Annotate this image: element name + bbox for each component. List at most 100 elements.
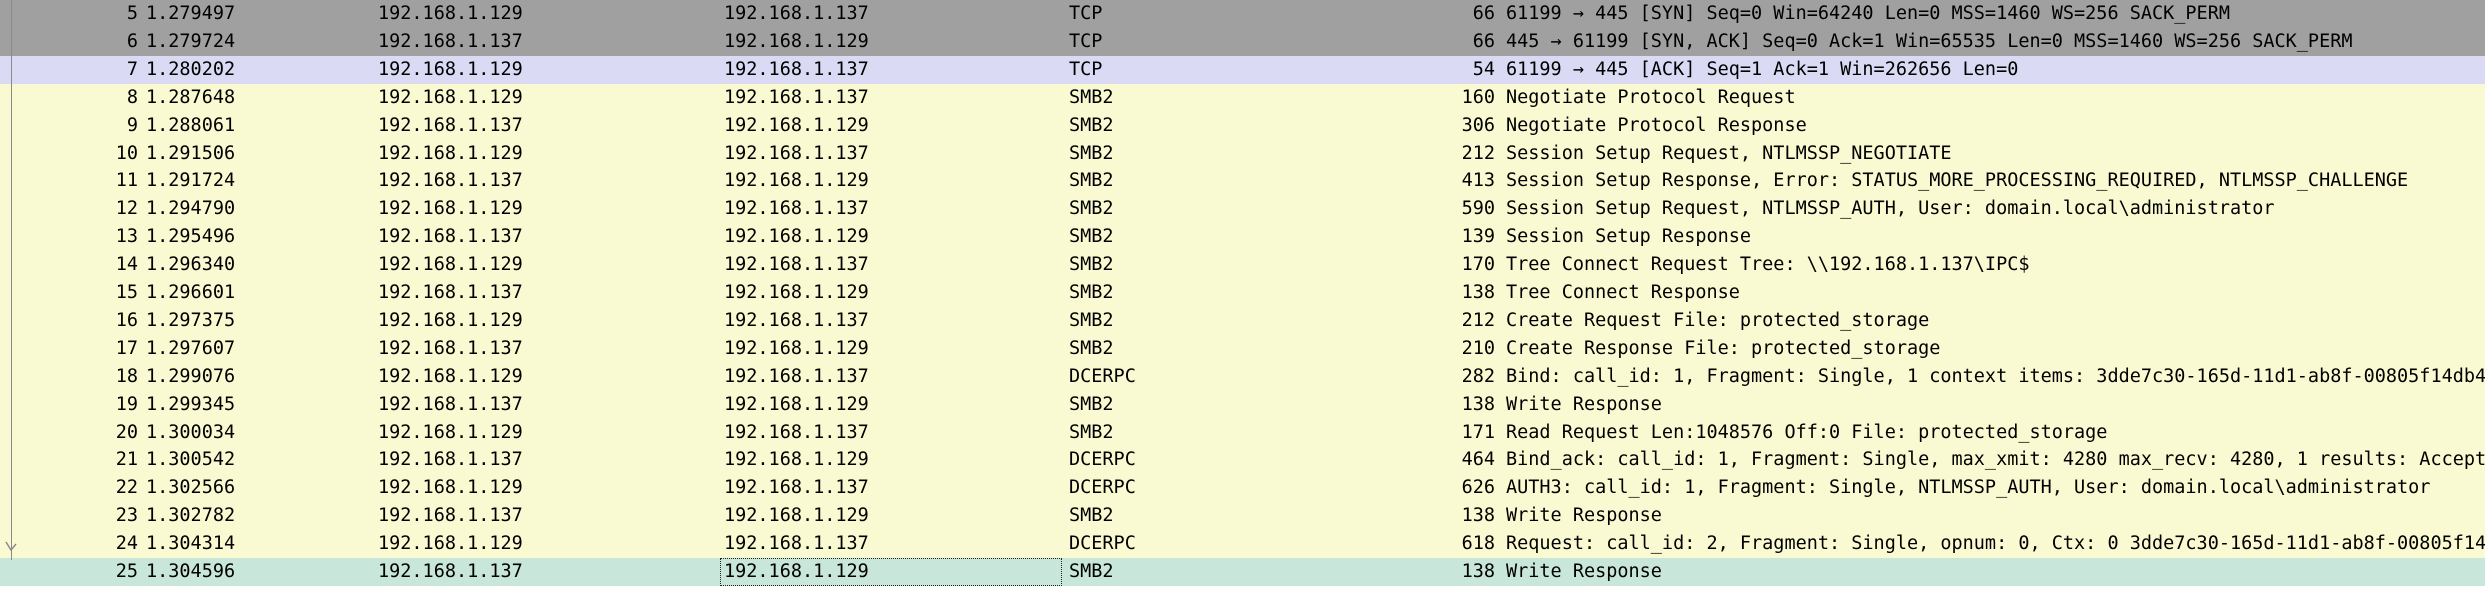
packet-destination: 192.168.1.137 xyxy=(724,198,869,220)
packet-info: Session Setup Request, NTLMSSP_NEGOTIATE xyxy=(1506,142,1952,164)
packet-destination: 192.168.1.129 xyxy=(724,393,869,415)
packet-number: 20 xyxy=(115,421,138,443)
packet-row[interactable]: 20 1.300034 192.168.1.129 192.168.1.137 SMB2… xyxy=(0,418,2485,447)
packet-time: 1.280202 xyxy=(146,58,236,80)
packet-number: 22 xyxy=(115,477,138,499)
packet-row[interactable]: 17 1.297607 192.168.1.137 192.168.1.129 SMB2… xyxy=(0,334,2485,363)
packet-protocol: SMB2 xyxy=(1069,254,1114,276)
packet-length: 626 xyxy=(1461,477,1495,499)
packet-time: 1.304596 xyxy=(146,561,236,582)
packet-row[interactable]: 23 1.302782 192.168.1.137 192.168.1.129 SMB2… xyxy=(0,502,2485,531)
packet-number: 15 xyxy=(115,282,138,303)
packet-number: 25 xyxy=(115,561,138,582)
packet-destination: 192.168.1.137 xyxy=(724,254,869,276)
packet-number: 17 xyxy=(115,337,138,359)
packet-row[interactable]: 11 1.291724 192.168.1.137 192.168.1.129 SMB2… xyxy=(0,167,2485,196)
packet-source: 192.168.1.129 xyxy=(378,309,523,331)
packet-protocol: SMB2 xyxy=(1069,337,1114,359)
packet-info: Tree Connect Request Tree: \\192.168.1.1… xyxy=(1506,254,2030,276)
packet-row[interactable]: 24 1.304314 192.168.1.129 192.168.1.137 DCER… xyxy=(0,530,2485,559)
packet-destination: 192.168.1.129 xyxy=(724,114,869,136)
packet-protocol: TCP xyxy=(1069,58,1103,80)
packet-source: 192.168.1.129 xyxy=(378,533,523,555)
packet-destination: 192.168.1.137 xyxy=(724,533,869,555)
packet-number: 12 xyxy=(115,198,138,220)
packet-source: 192.168.1.129 xyxy=(378,198,523,220)
packet-time: 1.291724 xyxy=(146,170,236,192)
packet-time: 1.288061 xyxy=(146,114,236,136)
packet-row[interactable]: 14 1.296340 192.168.1.129 192.168.1.137 SMB2… xyxy=(0,251,2485,280)
packet-destination: 192.168.1.129 xyxy=(724,226,869,248)
packet-protocol: SMB2 xyxy=(1069,226,1114,248)
packet-info: Read Request Len:1048576 Off:0 File: pro… xyxy=(1506,421,2108,443)
packet-length: 212 xyxy=(1461,142,1495,164)
conversation-end-icon xyxy=(5,541,17,552)
packet-source: 192.168.1.129 xyxy=(378,421,523,443)
packet-source: 192.168.1.137 xyxy=(378,393,523,415)
packet-time: 1.299076 xyxy=(146,365,236,387)
packet-length: 171 xyxy=(1461,421,1495,443)
packet-length: 138 xyxy=(1461,561,1495,582)
packet-row[interactable]: 7 1.280202 192.168.1.129 192.168.1.137 TCP 54… xyxy=(0,55,2485,84)
packet-info: Write Response xyxy=(1506,393,1662,415)
packet-source: 192.168.1.137 xyxy=(378,561,523,582)
packet-row[interactable]: 15 1.296601 192.168.1.137 192.168.1.129 SMB2… xyxy=(0,279,2485,307)
packet-time: 1.300542 xyxy=(146,449,236,471)
packet-source: 192.168.1.129 xyxy=(378,3,523,24)
packet-protocol: SMB2 xyxy=(1069,561,1114,582)
packet-row[interactable]: 22 1.302566 192.168.1.129 192.168.1.137 DCER… xyxy=(0,474,2485,503)
packet-info: 61199 → 445 [SYN] Seq=0 Win=64240 Len=0 … xyxy=(1506,3,2230,24)
packet-info: Write Response xyxy=(1506,561,1662,582)
packet-protocol: DCERPC xyxy=(1069,365,1136,387)
packet-row[interactable]: 21 1.300542 192.168.1.137 192.168.1.129 DCER… xyxy=(0,446,2485,475)
packet-number: 18 xyxy=(115,365,138,387)
packet-protocol: SMB2 xyxy=(1069,421,1114,443)
packet-source: 192.168.1.137 xyxy=(378,114,523,136)
packet-number: 16 xyxy=(115,309,138,331)
packet-length: 160 xyxy=(1461,86,1495,108)
packet-number: 8 xyxy=(126,86,138,108)
packet-row-selected[interactable]: 25 1.304596 192.168.1.137 192.168.1.129 SMB2… xyxy=(0,558,2485,586)
packet-row[interactable]: 13 1.295496 192.168.1.137 192.168.1.129 SMB2… xyxy=(0,223,2485,252)
packet-time: 1.299345 xyxy=(146,393,236,415)
packet-destination: 192.168.1.137 xyxy=(724,421,869,443)
packet-protocol: SMB2 xyxy=(1069,86,1114,108)
packet-source: 192.168.1.137 xyxy=(378,170,523,192)
packet-destination: 192.168.1.137 xyxy=(724,86,869,108)
packet-destination: 192.168.1.129 xyxy=(724,170,869,192)
packet-info: Tree Connect Response xyxy=(1506,282,1740,303)
packet-destination: 192.168.1.137 xyxy=(724,309,869,331)
packet-length: 210 xyxy=(1461,337,1495,359)
packet-info: Write Response xyxy=(1506,505,1662,527)
packet-destination: 192.168.1.137 xyxy=(724,142,869,164)
packet-length: 413 xyxy=(1461,170,1495,192)
packet-source: 192.168.1.137 xyxy=(378,505,523,527)
packet-length: 138 xyxy=(1461,282,1495,303)
packet-source: 192.168.1.137 xyxy=(378,226,523,248)
packet-row[interactable]: 12 1.294790 192.168.1.129 192.168.1.137 SMB2… xyxy=(0,195,2485,224)
packet-info: Request: call_id: 2, Fragment: Single, o… xyxy=(1506,533,2485,555)
packet-number: 19 xyxy=(115,393,138,415)
packet-row[interactable]: 18 1.299076 192.168.1.129 192.168.1.137 DCER… xyxy=(0,362,2485,391)
packet-row[interactable]: 19 1.299345 192.168.1.137 192.168.1.129 SMB2… xyxy=(0,390,2485,419)
packet-protocol: TCP xyxy=(1069,3,1103,24)
packet-time: 1.294790 xyxy=(146,198,236,220)
packet-row[interactable]: 9 1.288061 192.168.1.137 192.168.1.129 SMB2 3… xyxy=(0,111,2485,140)
packet-destination: 192.168.1.129 xyxy=(724,337,869,359)
packet-row[interactable]: 8 1.287648 192.168.1.129 192.168.1.137 SMB2 1… xyxy=(0,83,2485,112)
packet-protocol: SMB2 xyxy=(1069,114,1114,136)
packet-destination: 192.168.1.137 xyxy=(724,58,869,80)
packet-protocol: SMB2 xyxy=(1069,198,1114,220)
packet-number: 11 xyxy=(115,170,138,192)
packet-row[interactable]: 16 1.297375 192.168.1.129 192.168.1.137 SMB2… xyxy=(0,306,2485,335)
packet-info: Session Setup Response, Error: STATUS_MO… xyxy=(1506,170,2409,192)
packet-time: 1.302782 xyxy=(146,505,236,527)
packet-row[interactable]: 6 1.279724 192.168.1.137 192.168.1.129 TCP 66… xyxy=(0,27,2485,56)
packet-protocol: SMB2 xyxy=(1069,142,1114,164)
packet-source: 192.168.1.129 xyxy=(378,477,523,499)
packet-destination: 192.168.1.129 xyxy=(720,558,1062,586)
packet-row[interactable]: 10 1.291506 192.168.1.129 192.168.1.137 SMB2… xyxy=(0,139,2485,168)
packet-row[interactable]: 5 1.279497 192.168.1.129 192.168.1.137 TCP 66… xyxy=(0,0,2485,28)
packet-number: 5 xyxy=(126,3,138,24)
packet-list[interactable]: 5 1.279497 192.168.1.129 192.168.1.137 TCP 66… xyxy=(0,0,2485,592)
